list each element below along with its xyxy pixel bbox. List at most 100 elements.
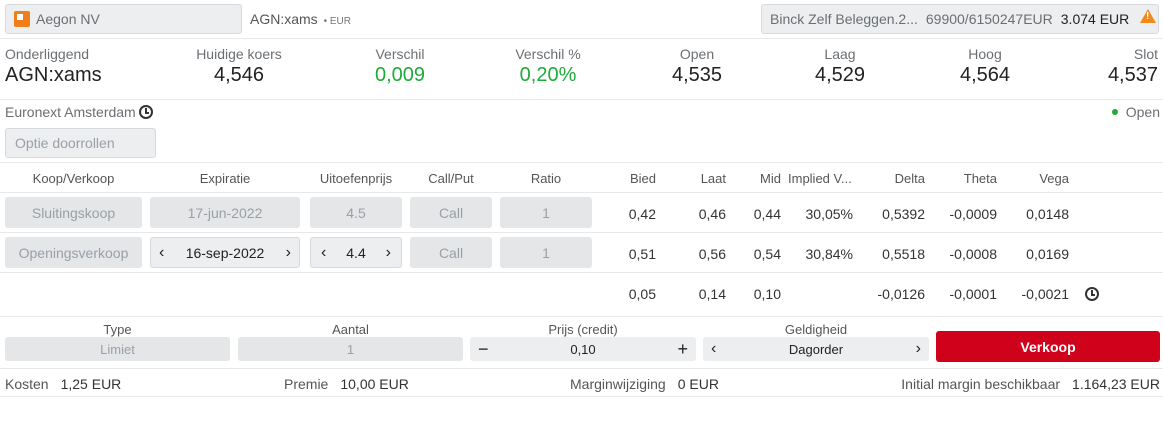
- chevron-right-icon[interactable]: ›: [286, 244, 291, 262]
- col-header-delta: Delta: [894, 171, 925, 186]
- minus-icon[interactable]: −: [478, 339, 489, 360]
- ratio-label: 1: [542, 244, 550, 261]
- callput-label: Call: [438, 244, 464, 261]
- expiry-selector[interactable]: ‹ 16-sep-2022 ›: [150, 237, 300, 268]
- margin-change-label: Marginwijziging: [570, 376, 666, 392]
- strike-selector[interactable]: ‹ 4.4 ›: [310, 237, 402, 268]
- ratio-label: 1: [542, 204, 550, 221]
- clock-icon[interactable]: [138, 105, 153, 119]
- quote-value: 0,009: [374, 64, 426, 86]
- quote-high: Hoog 4,564: [930, 46, 1040, 87]
- account-amount: 3.074 EUR: [1060, 11, 1130, 27]
- sell-button[interactable]: Verkoop: [936, 331, 1160, 362]
- premium-info: Premie 10,00 EUR: [284, 376, 409, 392]
- costs-value: 1,25 EUR: [60, 376, 122, 392]
- ratio-field[interactable]: 1: [500, 197, 592, 228]
- divider: [0, 368, 1163, 369]
- initial-margin-info: Initial margin beschikbaar 1.164,23 EUR: [901, 376, 1160, 392]
- market-status: Open: [1111, 104, 1160, 120]
- rollover-label: Optie doorrollen: [15, 135, 115, 151]
- col-header-theta: Theta: [963, 171, 997, 186]
- quote-label: Open: [679, 46, 715, 62]
- col-header-expiry: Expiratie: [199, 171, 251, 186]
- expiry-field[interactable]: 17-jun-2022: [150, 197, 300, 228]
- col-header-side: Koop/Verkoop: [32, 171, 115, 186]
- delta-value: 0,5518: [882, 246, 925, 262]
- plus-icon[interactable]: +: [677, 339, 688, 360]
- total-bid-value: 0,05: [628, 286, 656, 302]
- exchange-info: Euronext Amsterdam: [5, 104, 153, 120]
- callput-field[interactable]: Call: [410, 237, 492, 268]
- margin-change-value: 0 EUR: [677, 376, 719, 392]
- side-button[interactable]: Sluitingskoop: [5, 197, 142, 228]
- quote-label: Laag: [824, 46, 856, 62]
- validity-label: Geldigheid: [784, 322, 848, 337]
- clock-icon[interactable]: [1085, 287, 1099, 301]
- symbol-currency: • EUR: [323, 16, 351, 27]
- mid-value: 0,44: [753, 206, 781, 222]
- quote-value: 4,529: [814, 64, 866, 86]
- validity-selector[interactable]: ‹ Dagorder ›: [703, 337, 929, 361]
- exchange-name: Euronext Amsterdam: [5, 104, 136, 120]
- divider: [0, 99, 1163, 100]
- quantity-field[interactable]: 1: [238, 337, 463, 361]
- total-mid-value: 0,10: [753, 286, 781, 302]
- divider: [0, 192, 1163, 193]
- col-header-vega: Vega: [1039, 171, 1069, 186]
- total-delta-value: -0,0126: [877, 286, 925, 302]
- col-header-last: Laat: [700, 171, 726, 186]
- chevron-left-icon[interactable]: ‹: [159, 244, 164, 262]
- callput-label: Call: [438, 204, 464, 221]
- warning-icon[interactable]: [1140, 9, 1156, 23]
- chevron-right-icon[interactable]: ›: [916, 340, 921, 358]
- order-type-value: Limiet: [100, 341, 135, 357]
- status-dot-icon: [1111, 109, 1118, 115]
- quote-underlying: Onderliggend AGN:xams: [5, 46, 102, 87]
- initial-margin-value: 1.164,23 EUR: [1072, 376, 1160, 392]
- quote-label: Verschil: [375, 46, 425, 62]
- strike-label: 4.4: [346, 244, 366, 261]
- account-number: 69900/6150247EUR: [925, 11, 1053, 27]
- margin-change-info: Marginwijziging 0 EUR: [570, 376, 719, 392]
- quote-label: Huidige koers: [196, 46, 282, 62]
- divider: [0, 162, 1163, 163]
- quote-low: Laag 4,529: [785, 46, 895, 87]
- initial-margin-label: Initial margin beschikbaar: [901, 376, 1061, 392]
- quote-value: 4,564: [959, 64, 1011, 86]
- chevron-right-icon[interactable]: ›: [386, 244, 391, 262]
- quantity-value: 1: [346, 341, 355, 357]
- symbol-label: AGN:xams • EUR: [250, 11, 351, 27]
- vega-value: 0,0169: [1026, 246, 1069, 262]
- expiry-label: 17-jun-2022: [187, 204, 263, 221]
- account-selector[interactable]: Binck Zelf Beleggen.2... 69900/6150247EU…: [761, 4, 1159, 34]
- instrument-selector[interactable]: Aegon NV: [5, 4, 242, 34]
- theta-value: -0,0008: [949, 246, 997, 262]
- sell-button-label: Verkoop: [1020, 338, 1076, 355]
- price-value[interactable]: 0,10: [489, 342, 678, 357]
- total-vega-value: -0,0021: [1021, 286, 1069, 302]
- price-stepper[interactable]: − 0,10 +: [470, 337, 696, 361]
- quote-value: 0,20%: [519, 64, 577, 86]
- divider: [0, 232, 1163, 233]
- costs-label: Kosten: [5, 376, 49, 392]
- premium-label: Premie: [284, 376, 329, 392]
- quote-close: Slot 4,537: [1108, 46, 1158, 87]
- order-type-field[interactable]: Limiet: [5, 337, 230, 361]
- strike-field[interactable]: 4.5: [310, 197, 402, 228]
- quote-label: Slot: [1133, 46, 1158, 62]
- symbol-text: AGN:xams: [250, 11, 318, 27]
- divider: [0, 316, 1163, 317]
- quote-label: Onderliggend: [5, 46, 90, 62]
- rollover-button[interactable]: Optie doorrollen: [5, 128, 156, 158]
- col-header-iv: Implied V...: [788, 171, 852, 186]
- callput-field[interactable]: Call: [410, 197, 492, 228]
- chevron-left-icon[interactable]: ‹: [321, 244, 326, 262]
- expiry-label: 16-sep-2022: [185, 244, 265, 261]
- col-header-callput: Call/Put: [428, 171, 474, 186]
- side-button[interactable]: Openingsverkoop: [5, 237, 142, 268]
- side-label: Sluitingskoop: [31, 204, 116, 221]
- quote-value: 4,537: [1107, 64, 1158, 86]
- theta-value: -0,0009: [949, 206, 997, 222]
- account-name: Binck Zelf Beleggen.2...: [770, 11, 918, 27]
- ratio-field[interactable]: 1: [500, 237, 592, 268]
